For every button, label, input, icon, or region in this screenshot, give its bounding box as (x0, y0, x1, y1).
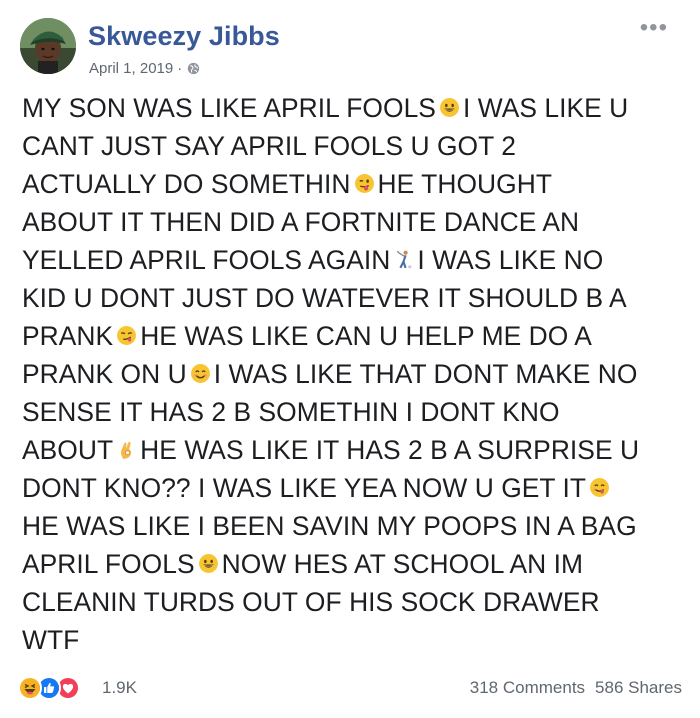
golfer-emoji (393, 249, 414, 270)
author-avatar[interactable] (20, 18, 76, 74)
post-line: HE WAS LIKE I BEEN SAVIN MY POOPS IN A B… (22, 507, 687, 545)
post-text-fragment: APRIL FOOLS (22, 549, 195, 579)
post-date[interactable]: April 1, 2019 (89, 60, 173, 77)
post-line: YELLED APRIL FOOLS AGAIN I WAS LIKE NO (22, 241, 687, 279)
haha-reaction-icon[interactable] (18, 676, 42, 700)
post-body: MY SON WAS LIKE APRIL FOOLS I WAS LIKE U … (22, 89, 687, 659)
post-header: Skweezy Jibbs April 1, 2019 · ••• (20, 16, 680, 78)
reaction-count[interactable]: 1.9K (102, 678, 137, 698)
post-text-fragment: I WAS LIKE U (462, 93, 629, 123)
reaction-icons[interactable] (18, 676, 80, 700)
post-text-fragment: CANT JUST SAY APRIL FOOLS U GOT 2 (22, 131, 516, 161)
winking-tongue-emoji (354, 173, 375, 194)
more-options-icon[interactable]: ••• (640, 16, 668, 40)
post-line: ACTUALLY DO SOMETHIN HE THOUGHT (22, 165, 687, 203)
post-line: ABOUT IT THEN DID A FORTNITE DANCE AN (22, 203, 687, 241)
post-line: SENSE IT HAS 2 B SOMETHIN I DONT KNO (22, 393, 687, 431)
post-line: KID U DONT JUST DO WATEVER IT SHOULD B A (22, 279, 687, 317)
globe-icon[interactable] (187, 62, 200, 75)
post-meta: April 1, 2019 · (89, 60, 200, 77)
engagement-stats: 318 Comments 586 Shares (470, 678, 682, 698)
post-line: WTF (22, 621, 687, 659)
grinning-face-emoji (439, 97, 460, 118)
post-text-fragment: SENSE IT HAS 2 B SOMETHIN I DONT KNO (22, 397, 560, 427)
post-text-fragment: PRANK (22, 321, 114, 351)
post-footer: 1.9K 318 Comments 586 Shares (18, 674, 682, 704)
smiling-face-emoji (190, 363, 211, 384)
post-text-fragment: HE WAS LIKE IT HAS 2 B A SURPRISE U (140, 435, 640, 465)
post-line: APRIL FOOLS NOW HES AT SCHOOL AN IM (22, 545, 687, 583)
shares-link[interactable]: 586 Shares (595, 678, 682, 698)
ok-hand-emoji (116, 439, 137, 460)
grinning-face-emoji (198, 553, 219, 574)
post-text-fragment: WTF (22, 625, 80, 655)
post-text-fragment: I WAS LIKE THAT DONT MAKE NO (213, 359, 638, 389)
post-line: PRANK ON U I WAS LIKE THAT DONT MAKE NO (22, 355, 687, 393)
post-line: MY SON WAS LIKE APRIL FOOLS I WAS LIKE U (22, 89, 687, 127)
post-line: PRANK HE WAS LIKE CAN U HELP ME DO A (22, 317, 687, 355)
post-line: CANT JUST SAY APRIL FOOLS U GOT 2 (22, 127, 687, 165)
post-text-fragment: HE WAS LIKE CAN U HELP ME DO A (140, 321, 592, 351)
post-line: CLEANIN TURDS OUT OF HIS SOCK DRAWER (22, 583, 687, 621)
post-text-fragment: ACTUALLY DO SOMETHIN (22, 169, 351, 199)
author-name[interactable]: Skweezy Jibbs (88, 21, 280, 52)
post-text-fragment: PRANK ON U (22, 359, 187, 389)
post-line: ABOUT HE WAS LIKE IT HAS 2 B A SURPRISE U (22, 431, 687, 469)
post-text-fragment: ABOUT (22, 435, 114, 465)
post-text-fragment: HE WAS LIKE I BEEN SAVIN MY POOPS IN A B… (22, 511, 637, 541)
meta-separator: · (177, 60, 183, 77)
post-text-fragment: MY SON WAS LIKE APRIL FOOLS (22, 93, 436, 123)
post-line: DONT KNO?? I WAS LIKE YEA NOW U GET IT (22, 469, 687, 507)
comments-link[interactable]: 318 Comments (470, 678, 585, 698)
post-text-fragment: YELLED APRIL FOOLS AGAIN (22, 245, 391, 275)
smirking-face-emoji (116, 325, 137, 346)
post-text-fragment: CLEANIN TURDS OUT OF HIS SOCK DRAWER (22, 587, 600, 617)
post-text-fragment: KID U DONT JUST DO WATEVER IT SHOULD B A (22, 283, 627, 313)
post-text-fragment: ABOUT IT THEN DID A FORTNITE DANCE AN (22, 207, 580, 237)
post-text-fragment: I WAS LIKE NO (417, 245, 604, 275)
post-text-fragment: DONT KNO?? I WAS LIKE YEA NOW U GET IT (22, 473, 587, 503)
post-text-fragment: HE THOUGHT (377, 169, 552, 199)
yum-face-emoji (589, 477, 610, 498)
post-text-fragment: NOW HES AT SCHOOL AN IM (221, 549, 584, 579)
facebook-post-card: Skweezy Jibbs April 1, 2019 · ••• MY SON… (0, 0, 700, 718)
